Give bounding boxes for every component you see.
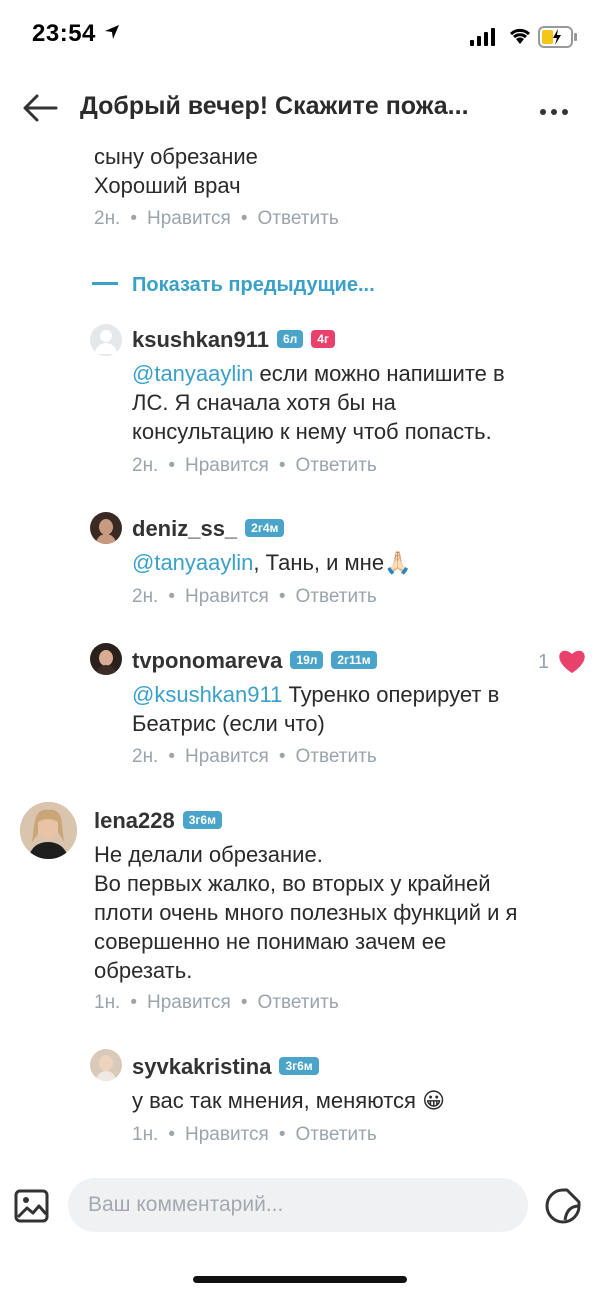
- badge: 3г6м: [182, 811, 222, 829]
- page-title: Добрый вечер! Скажите пожа...: [80, 92, 469, 120]
- like-button[interactable]: 1: [538, 648, 586, 679]
- sticker-icon[interactable]: [545, 1186, 583, 1224]
- like-link[interactable]: Нравится: [185, 586, 269, 607]
- avatar[interactable]: [90, 512, 122, 544]
- like-link[interactable]: Нравится: [185, 455, 269, 476]
- reply-link[interactable]: Ответить: [296, 746, 377, 767]
- comment-meta: 1н. • Нравится • Ответить: [132, 1124, 377, 1145]
- comment-composer: [0, 1164, 600, 1244]
- badge: 6л: [276, 330, 304, 348]
- comment-meta: 2н. • Нравится • Ответить: [132, 455, 377, 476]
- comment-input[interactable]: [68, 1178, 528, 1232]
- username[interactable]: deniz_ss_: [132, 516, 237, 541]
- location-arrow-icon: [105, 25, 119, 39]
- badge: 3г6м: [279, 1057, 319, 1075]
- reply-link[interactable]: Ответить: [258, 992, 339, 1013]
- comment-header: deniz_ss_ 2г4м: [132, 516, 285, 542]
- comment-text: у вас так мнения, меняются 😀: [132, 1088, 446, 1113]
- badge: 4г: [311, 330, 335, 348]
- status-time: 23:54: [32, 20, 96, 47]
- mention-link[interactable]: @tanyaaylin: [132, 550, 253, 575]
- like-link[interactable]: Нравится: [147, 992, 231, 1013]
- home-indicator: [193, 1276, 407, 1283]
- like-link[interactable]: Нравится: [185, 1124, 269, 1145]
- comment-header: lena228 3г6м: [94, 808, 222, 834]
- reply-link[interactable]: Ответить: [296, 586, 377, 607]
- like-link[interactable]: Нравится: [147, 208, 231, 229]
- username[interactable]: lena228: [94, 808, 175, 833]
- reply-link[interactable]: Ответить: [296, 1124, 377, 1145]
- heart-icon[interactable]: [558, 648, 586, 674]
- like-count: 1: [538, 651, 550, 673]
- comment-meta: 1н. • Нравится • Ответить: [94, 992, 339, 1013]
- avatar[interactable]: [20, 802, 77, 859]
- more-options-button[interactable]: [540, 102, 580, 115]
- badge: 19л: [290, 651, 324, 669]
- battery-icon: [538, 26, 577, 48]
- header: Добрый вечер! Скажите пожа...: [0, 72, 600, 144]
- comment-meta: 2н. • Нравится • Ответить: [132, 586, 377, 607]
- comment-text: @tanyaaylin, Тань, и мне🙏🏻: [132, 550, 412, 575]
- reply-link[interactable]: Ответить: [296, 455, 377, 476]
- comment-text: Не делали обрезание. Во первых жалко, во…: [94, 842, 518, 983]
- like-link[interactable]: Нравится: [185, 746, 269, 767]
- badge: 2г4м: [245, 519, 285, 537]
- badge: 2г11м: [331, 651, 377, 669]
- avatar[interactable]: [90, 1049, 122, 1081]
- comment-header: ksushkan911 6л 4г: [132, 327, 335, 353]
- comment-text: @tanyaaylin если можно напишите в ЛС. Я …: [132, 361, 505, 444]
- status-bar: 23:54: [0, 0, 600, 72]
- comment-text: @ksushkan911 Туренко оперирует в Беатрис…: [132, 682, 500, 736]
- avatar[interactable]: [90, 324, 122, 356]
- username[interactable]: ksushkan911: [132, 327, 269, 352]
- show-previous-link[interactable]: Показать предыдущие...: [92, 274, 375, 297]
- comment-header: tvponomareva 19л 2г11м: [132, 648, 377, 674]
- reply-link[interactable]: Ответить: [258, 208, 339, 229]
- wifi-icon: [509, 28, 531, 44]
- cellular-signal-icon: [470, 28, 495, 46]
- prev-comment-text: сыну обрезание Хороший врач: [94, 144, 258, 198]
- mention-link[interactable]: @tanyaaylin: [132, 361, 253, 386]
- back-arrow-icon[interactable]: [20, 92, 60, 124]
- mention-link[interactable]: @ksushkan911: [132, 682, 282, 707]
- comment-meta: 2н. • Нравится • Ответить: [132, 746, 377, 767]
- prev-comment-meta: 2н. • Нравится • Ответить: [94, 208, 339, 229]
- image-attach-icon[interactable]: [14, 1188, 50, 1224]
- comment-header: syvkakristina 3г6м: [132, 1054, 319, 1080]
- avatar[interactable]: [90, 643, 122, 675]
- username[interactable]: syvkakristina: [132, 1054, 271, 1079]
- username[interactable]: tvponomareva: [132, 648, 282, 673]
